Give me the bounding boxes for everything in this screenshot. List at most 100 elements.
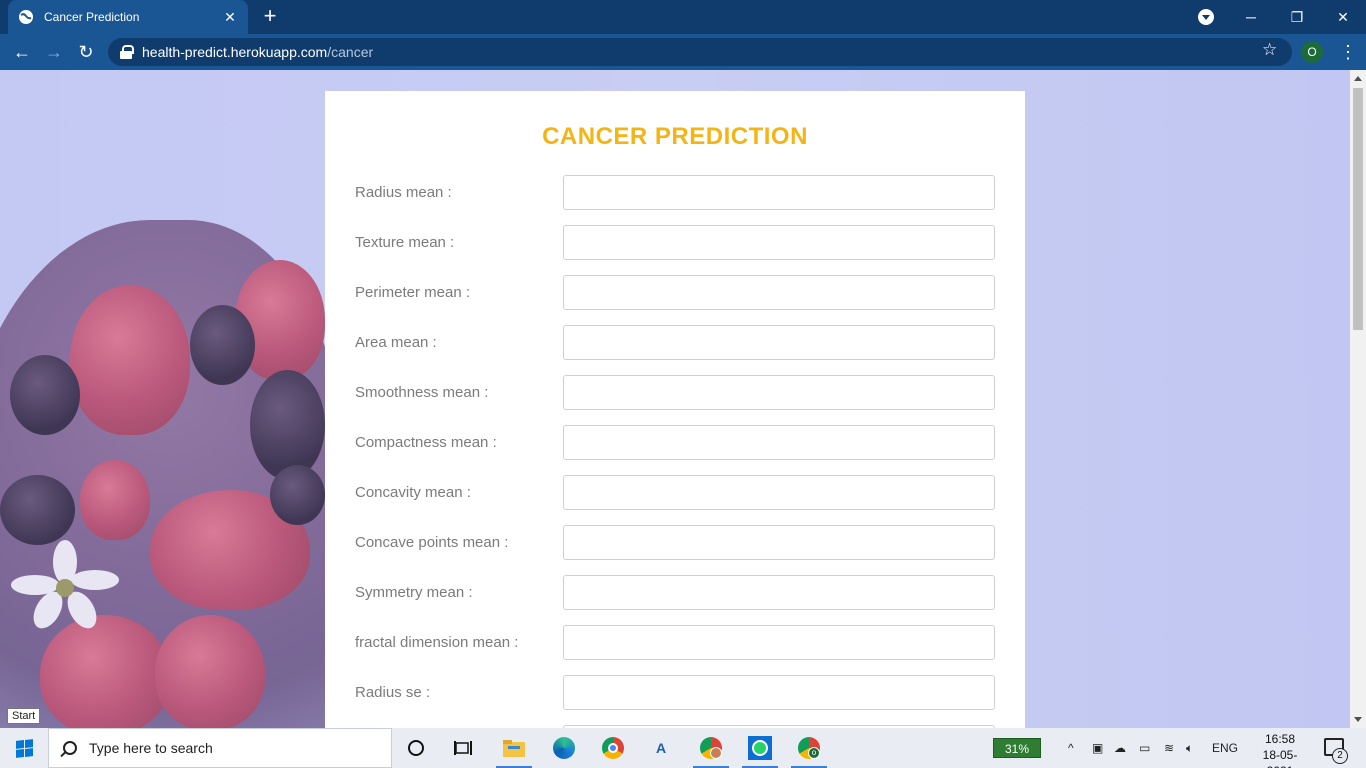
file-explorer-icon[interactable] [494,732,534,768]
browser-tabbar: Cancer Prediction ✕ + ─ ❐ ✕ [0,0,1366,34]
profile-avatar[interactable]: O [1301,41,1323,63]
language-indicator[interactable]: ENG [1212,728,1238,768]
search-icon [63,741,77,755]
windows-taskbar: Type here to search A o [0,728,1366,768]
flower-image [10,540,120,630]
field-input[interactable] [563,675,995,710]
field-input[interactable] [563,175,995,210]
windows-logo-icon [15,738,33,758]
field-label: Compactness mean : [355,434,497,451]
chrome-profile-o-icon[interactable]: o [789,732,829,768]
field-label: Area mean : [355,334,437,351]
form-row: Concavity mean : [355,475,995,510]
field-label: Concave points mean : [355,534,509,551]
form-row: Area mean : [355,325,995,360]
edge-icon[interactable] [544,732,584,764]
field-input[interactable] [563,325,995,360]
strawberry-image [70,285,190,435]
blackberry-image [10,355,80,435]
form-row: fractal dimension mean : [355,625,995,660]
lock-icon [120,45,134,59]
back-button[interactable]: ← [10,40,34,64]
form-row: Compactness mean : [355,425,995,460]
strawberry-image [40,615,170,728]
battery-icon[interactable]: ▭ [1139,728,1150,768]
tab-search-icon[interactable] [1198,9,1214,25]
word-app-icon[interactable]: A [642,732,682,764]
forward-button[interactable]: → [42,40,66,64]
restore-button[interactable]: ❐ [1274,0,1320,34]
scrollbar-thumb[interactable] [1353,88,1363,330]
strawberry-image [155,615,265,728]
chrome-profile-icon[interactable] [691,732,731,768]
close-tab-icon[interactable]: ✕ [222,9,238,25]
form-row: Texture mean : [355,225,995,260]
scroll-down-arrow-icon[interactable] [1354,717,1362,722]
field-label: Symmetry mean : [355,584,473,601]
whatsapp-icon[interactable] [740,732,780,768]
field-input[interactable] [563,275,995,310]
clock-date: 18-05-2021 [1262,748,1298,768]
wifi-icon[interactable]: ≋ [1164,728,1174,768]
field-input[interactable] [563,425,995,460]
globe-icon [18,9,34,25]
form-row: Symmetry mean : [355,575,995,610]
field-label: Radius mean : [355,184,452,201]
task-view-icon[interactable] [443,732,483,764]
start-button[interactable] [0,728,48,768]
search-placeholder: Type here to search [89,740,213,756]
field-label: Perimeter mean : [355,284,471,301]
url-path: /cancer [327,44,374,60]
blackberry-image [0,475,75,545]
page-viewport: CANCER PREDICTION Radius mean : Texture m… [0,70,1350,728]
clock-time: 16:58 [1264,732,1296,746]
page-title: CANCER PREDICTION [542,123,808,150]
field-label: Radius se : [355,684,431,701]
url-host: health-predict.herokuapp.com [142,44,328,60]
close-window-button[interactable]: ✕ [1320,0,1366,34]
form-row: Concave points mean : [355,525,995,560]
show-hidden-icons-icon[interactable]: ^ [1068,728,1074,768]
browser-menu-icon[interactable]: ⋮ [1338,40,1358,64]
bookmark-star-icon[interactable]: ☆ [1262,40,1277,60]
reload-button[interactable]: ↻ [74,40,98,64]
address-bar[interactable]: health-predict.herokuapp.com/cancer [108,38,1292,66]
chrome-icon[interactable] [593,732,633,764]
browser-toolbar: ← → ↻ health-predict.herokuapp.com/cance… [0,34,1366,70]
meet-now-icon[interactable]: ▣ [1092,728,1103,768]
blackberry-image [190,305,255,385]
form-row: Radius se : [355,675,995,710]
battery-indicator[interactable]: 31% [993,738,1041,758]
form-row: Perimeter mean : [355,275,995,310]
blackberry-image [270,465,325,525]
tab-title: Cancer Prediction [44,10,140,24]
strawberry-image [80,460,150,540]
new-tab-button[interactable]: + [258,5,282,29]
onedrive-icon[interactable]: ☁ [1114,728,1126,768]
browser-tab[interactable]: Cancer Prediction ✕ [8,0,248,34]
field-input[interactable] [563,225,995,260]
page-scrollbar[interactable] [1350,70,1366,728]
field-input[interactable] [563,475,995,510]
start-tooltip: Start [7,708,41,724]
scroll-up-arrow-icon[interactable] [1354,76,1362,81]
field-label: Smoothness mean : [355,384,489,401]
field-input[interactable] [563,375,995,410]
minimize-button[interactable]: ─ [1228,0,1274,34]
prediction-form-card: CANCER PREDICTION Radius mean : Texture m… [325,91,1025,728]
taskbar-clock[interactable]: 16:58 18-05-2021 [1252,731,1308,768]
cortana-icon[interactable] [396,732,436,764]
field-label: Texture mean : [355,234,455,251]
notification-count-badge: 2 [1332,748,1348,764]
field-label: fractal dimension mean : [355,634,519,651]
field-label: Concavity mean : [355,484,471,501]
svg-text:A: A [656,740,666,756]
taskbar-search[interactable]: Type here to search [48,728,392,768]
field-input[interactable] [563,575,995,610]
form-row: Smoothness mean : [355,375,995,410]
field-input[interactable] [563,625,995,660]
blackberry-image [250,370,325,480]
field-input[interactable] [563,525,995,560]
form-row: Radius mean : [355,175,995,210]
volume-icon[interactable]: 🔈︎ [1186,728,1193,768]
